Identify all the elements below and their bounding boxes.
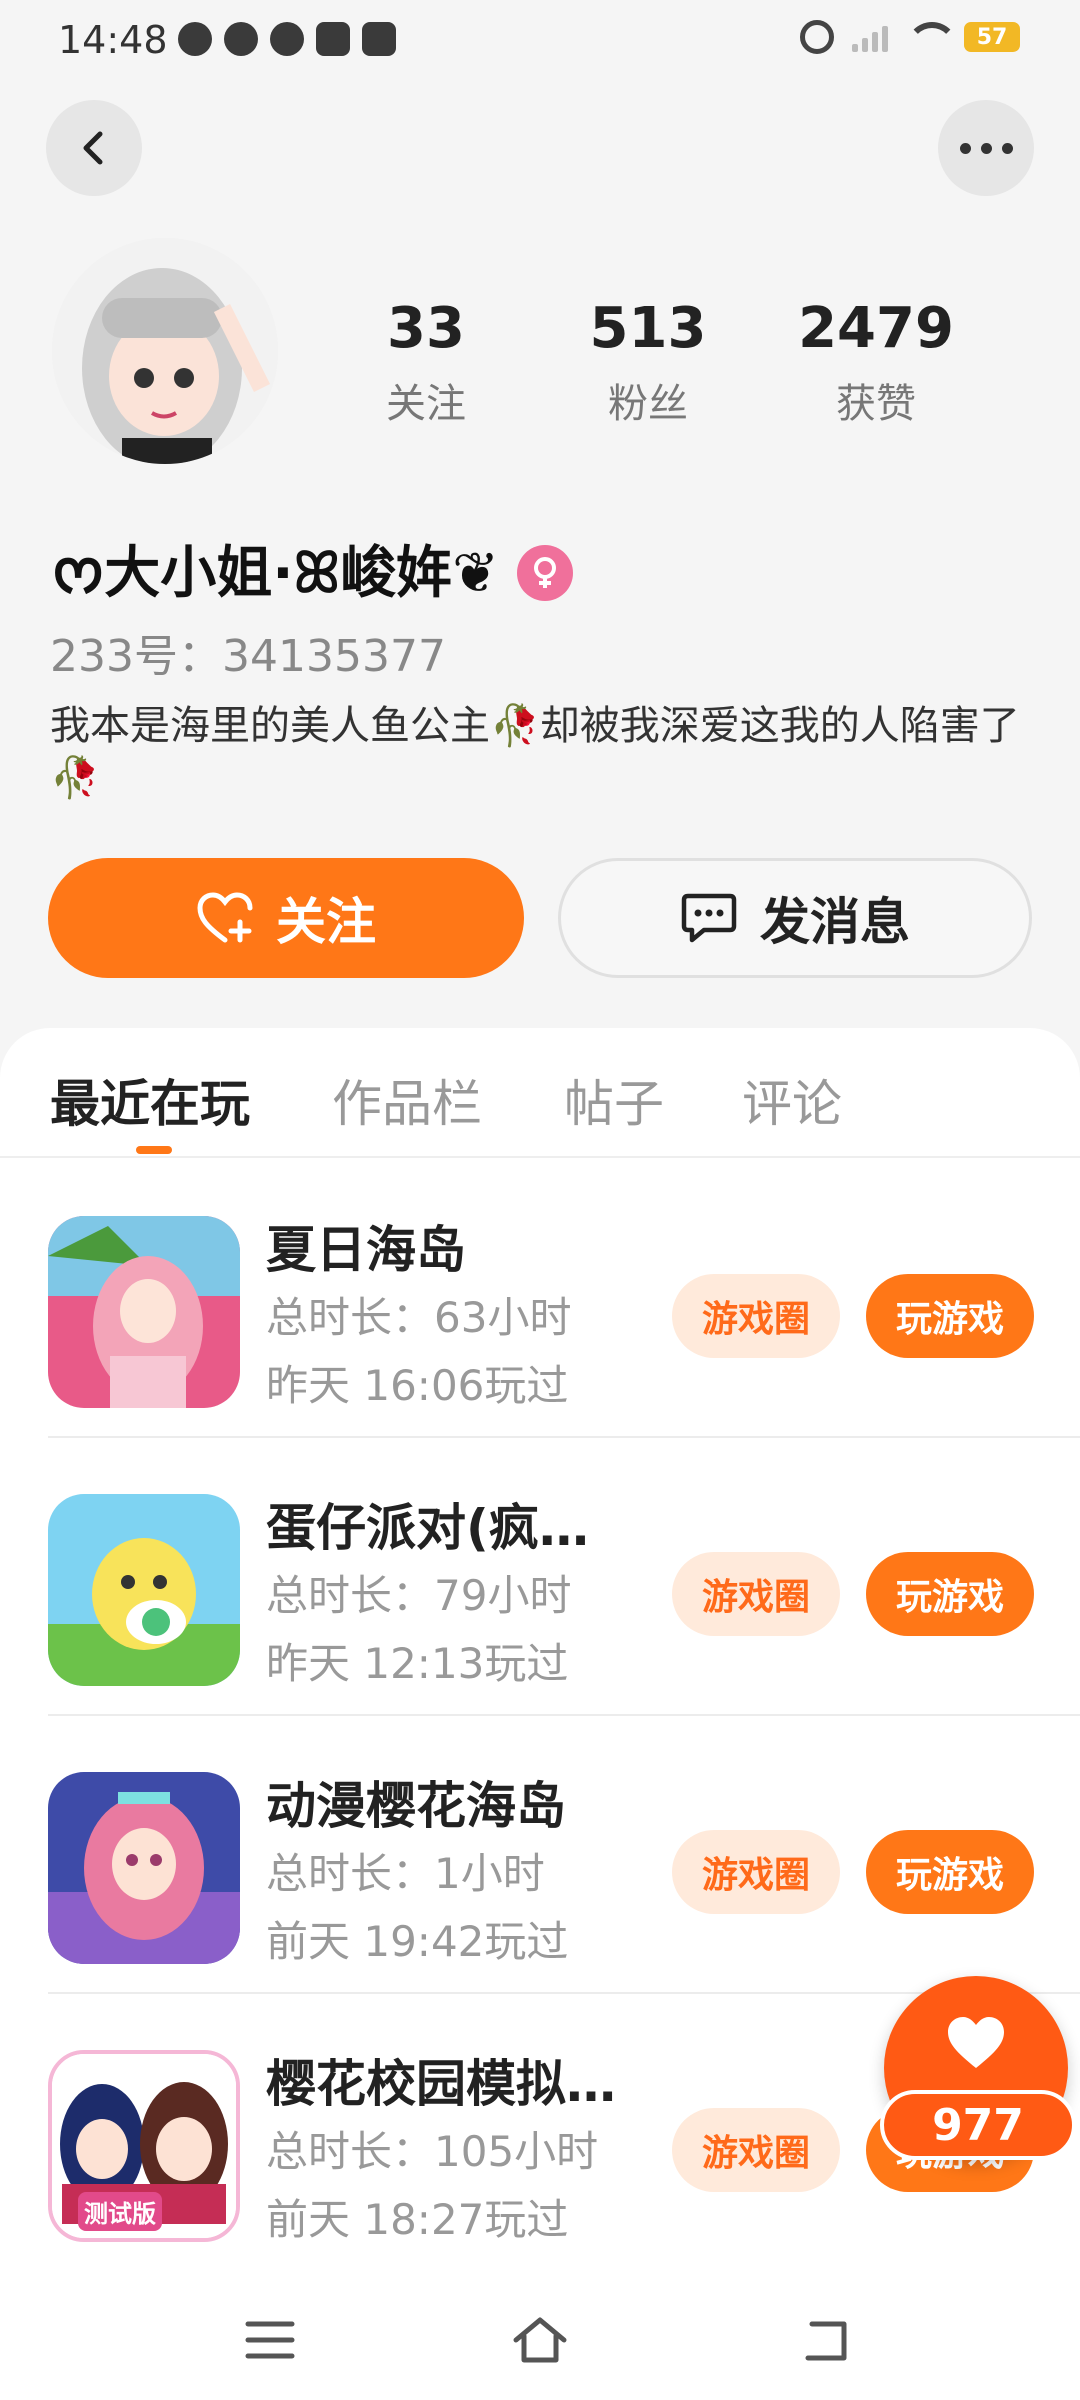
play-game-button[interactable]: 玩游戏	[866, 1274, 1034, 1358]
battery-icon: 57	[964, 22, 1020, 52]
game-row[interactable]: 夏日海岛 总时长：63小时 昨天 16:06玩过 游戏圈 玩游戏	[48, 1160, 1080, 1438]
heart-plus-icon	[197, 892, 253, 943]
wifi-icon	[906, 22, 958, 52]
game-icon-badge: 测试版	[78, 2192, 162, 2231]
game-duration: 总时长：1小时	[266, 1849, 545, 1898]
game-last-played: 前天 18:27玩过	[266, 2195, 569, 2244]
tab-comments[interactable]: 评论	[742, 1064, 842, 1136]
follow-button[interactable]: 关注	[48, 858, 524, 978]
avatar[interactable]	[52, 238, 278, 464]
tab-works[interactable]: 作品栏	[332, 1064, 482, 1136]
more-button[interactable]	[938, 100, 1034, 196]
notification-icons	[178, 22, 396, 56]
signal-icon	[852, 22, 888, 52]
game-icon[interactable]	[48, 1216, 240, 1408]
game-icon[interactable]: 测试版	[48, 2050, 240, 2242]
game-circle-button[interactable]: 游戏圈	[672, 1552, 840, 1636]
play-game-button[interactable]: 玩游戏	[866, 1830, 1034, 1914]
content-panel: 最近在玩 作品栏 帖子 评论 夏日海岛 总时长：63小时 昨天 16:06玩过 …	[0, 1028, 1080, 2400]
game-name: 蛋仔派对(疯…	[266, 1499, 589, 1557]
tab-recent-games[interactable]: 最近在玩	[50, 1064, 250, 1136]
stat-following[interactable]: 33 关注	[326, 296, 526, 429]
heart-icon	[948, 2017, 1004, 2068]
calendar-notification-icon	[316, 22, 350, 56]
send-message-button[interactable]: 发消息	[558, 858, 1032, 978]
game-duration: 总时长：63小时	[266, 1293, 572, 1342]
game-icon[interactable]	[48, 1772, 240, 1964]
home-icon[interactable]	[510, 2310, 570, 2370]
more-dots-icon	[959, 142, 1013, 154]
stat-label: 关注	[386, 381, 466, 427]
back-button[interactable]	[46, 100, 142, 196]
wechat-notification-icon	[270, 22, 304, 56]
stat-label: 粉丝	[608, 381, 688, 427]
play-game-button[interactable]: 玩游戏	[866, 1552, 1034, 1636]
game-name: 动漫樱花海岛	[266, 1777, 566, 1835]
game-duration: 总时长：79小时	[266, 1571, 572, 1620]
status-bar: 14:48 57	[0, 0, 1080, 84]
game-duration: 总时长：105小时	[266, 2127, 599, 2176]
stat-label: 获赞	[836, 381, 916, 427]
tab-posts[interactable]: 帖子	[564, 1064, 664, 1136]
system-nav-bar	[0, 2280, 1080, 2400]
game-name: 樱花校园模拟…	[266, 2055, 616, 2113]
game-circle-button[interactable]: 游戏圈	[672, 1274, 840, 1358]
chat-bubble-icon	[681, 893, 737, 943]
game-circle-button[interactable]: 游戏圈	[672, 2108, 840, 2192]
username-row: ᰔ大小姐·ꕤ峻姩❦	[52, 528, 574, 618]
username: ᰔ大小姐·ꕤ峻姩❦	[52, 541, 500, 606]
menu-icon[interactable]	[240, 2310, 300, 2370]
message-label: 发消息	[760, 893, 910, 951]
stat-value: 513	[589, 296, 707, 361]
game-row[interactable]: 动漫樱花海岛 总时长：1小时 前天 19:42玩过 游戏圈 玩游戏	[48, 1716, 1080, 1994]
stat-followers[interactable]: 513 粉丝	[548, 296, 748, 429]
follow-label: 关注	[276, 893, 376, 951]
game-row[interactable]: 蛋仔派对(疯… 总时长：79小时 昨天 12:13玩过 游戏圈 玩游戏	[48, 1438, 1080, 1716]
message-notification-icon	[362, 22, 396, 56]
tab-indicator	[136, 1146, 172, 1154]
game-circle-button[interactable]: 游戏圈	[672, 1830, 840, 1914]
stat-likes[interactable]: 2479 获赞	[776, 296, 976, 429]
game-icon[interactable]	[48, 1494, 240, 1686]
stat-value: 2479	[798, 296, 954, 361]
like-count: 977	[880, 2090, 1076, 2160]
app-notification-icon	[178, 22, 212, 56]
game-name: 夏日海岛	[266, 1221, 466, 1279]
back-nav-icon[interactable]	[796, 2310, 856, 2370]
game-last-played: 昨天 16:06玩过	[266, 1361, 569, 1410]
stat-value: 33	[387, 296, 465, 361]
user-bio: 我本是海里的美人鱼公主🥀却被我深爱这我的人陷害了🥀	[50, 703, 1020, 801]
female-gender-icon	[517, 545, 574, 601]
game-last-played: 前天 19:42玩过	[266, 1917, 569, 1966]
tab-bar: 最近在玩 作品栏 帖子 评论	[0, 1028, 1080, 1158]
fan-notification-icon	[224, 22, 258, 56]
chevron-left-icon	[83, 131, 103, 165]
alarm-icon	[800, 20, 834, 54]
user-id: 233号：34135377	[50, 631, 446, 682]
status-time: 14:48	[58, 18, 168, 62]
game-last-played: 昨天 12:13玩过	[266, 1639, 569, 1688]
